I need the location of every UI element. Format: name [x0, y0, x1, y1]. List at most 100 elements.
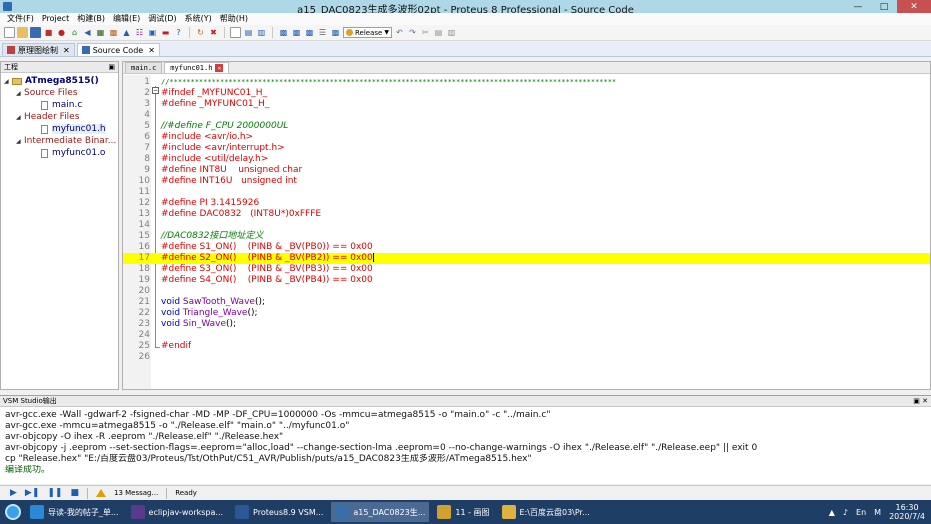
taskbar-item-active[interactable]: a15_DAC0823生...	[331, 502, 430, 522]
import-icon[interactable]: ▥	[256, 27, 267, 38]
expand-icon[interactable]: ◢	[16, 90, 24, 97]
new-source-icon[interactable]	[230, 27, 241, 38]
code-line[interactable]: 3 #define _MYFUNC01_H_	[123, 99, 930, 110]
tree-group-source-files[interactable]: ◢ Source Files	[1, 87, 118, 99]
start-button[interactable]	[0, 500, 26, 524]
menu-debug[interactable]: 调试(D)	[144, 13, 180, 25]
build-config-select[interactable]: Release ▼	[343, 27, 392, 38]
save-icon[interactable]	[30, 27, 41, 38]
code-line[interactable]: 18 #define S3_ON() (PINB & _BV(PB3)) == 0…	[123, 264, 930, 275]
tree-file-main-c[interactable]: main.c	[1, 99, 118, 111]
stop-icon[interactable]: ●	[56, 27, 67, 38]
pin-icon[interactable]: ▣	[913, 397, 920, 405]
expand-icon[interactable]: ◢	[16, 138, 24, 145]
bom-icon[interactable]: ☷	[134, 27, 145, 38]
add-file-icon[interactable]: ▤	[243, 27, 254, 38]
code-line[interactable]: 25 #endif	[123, 341, 930, 352]
pcb-icon[interactable]: ▩	[108, 27, 119, 38]
tree-group-intermediate-binaries[interactable]: ◢ Intermediate Binar...	[1, 135, 118, 147]
code-line[interactable]: 7 #include <avr/interrupt.h>	[123, 143, 930, 154]
code-line[interactable]: 8 #include <util/delay.h>	[123, 154, 930, 165]
step-icon[interactable]: ▶❚	[25, 488, 39, 498]
undo-icon[interactable]: ↶	[394, 27, 405, 38]
stop-icon[interactable]: ■	[70, 488, 79, 498]
volume-icon[interactable]: ♪	[843, 508, 848, 517]
tree-file-myfunc01-o[interactable]: myfunc01.o	[1, 147, 118, 159]
menu-edit[interactable]: 编辑(E)	[109, 13, 144, 25]
design-explorer-icon[interactable]: ▣	[147, 27, 158, 38]
editor-tab-main-c[interactable]: main.c	[125, 62, 163, 73]
schematic-icon[interactable]: ▦	[95, 27, 106, 38]
code-line[interactable]: 14	[123, 220, 930, 231]
back-icon[interactable]: ◀	[82, 27, 93, 38]
play-icon[interactable]: ▶	[10, 488, 17, 498]
messages-count[interactable]: 13 Messag...	[114, 489, 158, 497]
menu-project[interactable]: Project	[38, 13, 73, 25]
network-icon[interactable]: ▲	[829, 508, 835, 517]
code-area[interactable]: − 1//***********************************…	[123, 75, 930, 389]
close-icon[interactable]: ✕	[63, 46, 70, 55]
menu-build[interactable]: 构建(B)	[73, 13, 109, 25]
home-icon[interactable]: ⌂	[69, 27, 80, 38]
expand-icon[interactable]: ◢	[4, 78, 12, 85]
delete-icon[interactable]: ✖	[208, 27, 219, 38]
code-line[interactable]: 26	[123, 352, 930, 363]
help-icon[interactable]: ?	[173, 27, 184, 38]
code-line[interactable]: 17 #define S2_ON() (PINB & _BV(PB2)) == 0…	[123, 253, 930, 264]
tab-source-code[interactable]: Source Code ✕	[76, 43, 160, 56]
taskbar-item[interactable]: 11 - 画图	[433, 502, 493, 522]
editor-tab-myfunc01-h[interactable]: myfunc01.h ✕	[164, 62, 230, 73]
clean-icon[interactable]: ▩	[304, 27, 315, 38]
code-line[interactable]: 15 //DAC0832接口地址定义	[123, 231, 930, 242]
code-line[interactable]: 11	[123, 187, 930, 198]
code-line[interactable]: 20	[123, 286, 930, 297]
gerber-icon[interactable]: ▲	[121, 27, 132, 38]
settings-icon[interactable]: ☰	[317, 27, 328, 38]
close-icon[interactable]: ✕	[922, 397, 928, 405]
code-line[interactable]: 6 #include <avr/io.h>	[123, 132, 930, 143]
menu-system[interactable]: 系统(Y)	[181, 13, 216, 25]
clock[interactable]: 16:30 2020/7/4	[889, 503, 925, 521]
debug-icon[interactable]: ▩	[330, 27, 341, 38]
code-line[interactable]: 23 void Sin_Wave();	[123, 319, 930, 330]
ime-indicator[interactable]: En	[856, 508, 866, 517]
tree-file-myfunc01-h[interactable]: myfunc01.h	[1, 123, 118, 135]
expand-icon[interactable]: ◢	[16, 114, 24, 121]
code-line[interactable]: 9 #define INT8U unsigned char	[123, 165, 930, 176]
code-line[interactable]: 19 #define S4_ON() (PINB & _BV(PB4)) == 0…	[123, 275, 930, 286]
close-project-icon[interactable]: ■	[43, 27, 54, 38]
ime-mode-indicator[interactable]: M	[874, 508, 881, 517]
pause-icon[interactable]: ❚❚	[47, 488, 62, 498]
code-line[interactable]: 1 //*************************************…	[123, 77, 930, 88]
taskbar-item[interactable]: eclipjav-workspa...	[127, 502, 228, 522]
open-folder-icon[interactable]	[17, 27, 28, 38]
rebuild-icon[interactable]: ▩	[291, 27, 302, 38]
paste-icon[interactable]: ▥	[446, 27, 457, 38]
refresh-icon[interactable]: ↻	[195, 27, 206, 38]
close-icon[interactable]: ✕	[148, 46, 155, 55]
code-line[interactable]: 24	[123, 330, 930, 341]
new-file-icon[interactable]	[4, 27, 15, 38]
tree-root[interactable]: ◢ ATmega8515()	[1, 75, 118, 87]
pin-icon[interactable]: ▣	[108, 63, 115, 71]
maximize-button[interactable]: □	[871, 0, 897, 13]
tree-group-header-files[interactable]: ◢ Header Files	[1, 111, 118, 123]
code-line[interactable]: 2 #ifndef _MYFUNC01_H_	[123, 88, 930, 99]
code-line[interactable]: 4	[123, 110, 930, 121]
taskbar-item[interactable]: E:\百度云盘03\Pr...	[498, 502, 594, 522]
close-icon[interactable]: ✕	[215, 64, 224, 72]
code-line[interactable]: 12 #define PI 3.1415926	[123, 198, 930, 209]
code-line[interactable]: 10 #define INT16U unsigned int	[123, 176, 930, 187]
source-code-icon[interactable]: ▬	[160, 27, 171, 38]
build-icon[interactable]: ▩	[278, 27, 289, 38]
close-button[interactable]: ✕	[897, 0, 931, 13]
taskbar-item[interactable]: Proteus8.9 VSM...	[231, 502, 327, 522]
menu-file[interactable]: 文件(F)	[3, 13, 38, 25]
code-line[interactable]: 22 void Triangle_Wave();	[123, 308, 930, 319]
redo-icon[interactable]: ↷	[407, 27, 418, 38]
code-line[interactable]: 13 #define DAC0832 (INT8U*)0xFFFE	[123, 209, 930, 220]
copy-icon[interactable]: ▤	[433, 27, 444, 38]
taskbar-item[interactable]: 导读-我的帖子_单...	[26, 502, 123, 522]
tab-schematic[interactable]: 原理图绘制 ✕	[2, 43, 75, 56]
minimize-button[interactable]: —	[845, 0, 871, 13]
